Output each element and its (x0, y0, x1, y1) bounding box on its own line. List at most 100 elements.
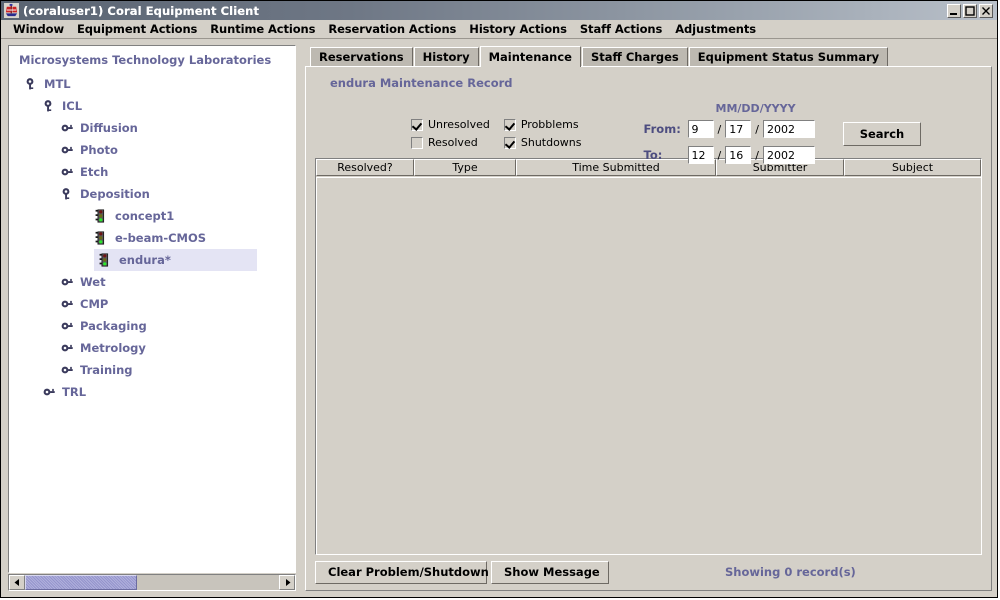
key-collapsed-icon[interactable] (59, 341, 73, 355)
key-expanded-icon[interactable] (41, 99, 55, 113)
menu-item-window[interactable]: Window (7, 21, 71, 37)
date-row-from: From: / / (644, 119, 815, 139)
checkbox-unresolved[interactable]: Unresolved (411, 118, 490, 131)
filter-checkbox-group: Unresolved Probblems Resolved Shutdowns (411, 118, 582, 149)
tree-node-endura[interactable]: endura* (94, 249, 257, 271)
from-day-input[interactable] (725, 120, 752, 138)
tree-node-label: MTL (44, 77, 71, 91)
traffic-light-icon[interactable] (98, 253, 112, 267)
menu-item-adjustments[interactable]: Adjustments (669, 21, 763, 37)
tree-node-etch[interactable]: Etch (9, 161, 295, 183)
to-label: To: (643, 148, 663, 162)
tab-equipment-status-summary[interactable]: Equipment Status Summary (688, 47, 889, 66)
tree-node-label: TRL (62, 385, 87, 399)
key-collapsed-icon[interactable] (59, 297, 73, 311)
to-day-input[interactable] (725, 146, 752, 164)
tree-node-cmp[interactable]: CMP (9, 293, 295, 315)
title-bar: (coraluser1) Coral Equipment Client (1, 1, 997, 20)
checkbox-problems[interactable]: Probblems (503, 118, 582, 131)
window-title: (coraluser1) Coral Equipment Client (23, 3, 260, 18)
key-collapsed-icon[interactable] (59, 165, 73, 179)
tree-node-diffusion[interactable]: Diffusion (9, 117, 295, 139)
date-separator: / (755, 148, 759, 162)
menu-item-staff-actions[interactable]: Staff Actions (574, 21, 669, 37)
tree-node-label: ICL (62, 99, 83, 113)
action-row: Clear Problem/Shutdown Show Message Show… (315, 560, 982, 584)
tab-staff-charges[interactable]: Staff Charges (581, 47, 688, 66)
checkbox-unresolved-label: Unresolved (428, 118, 490, 131)
column-header-subject[interactable]: Subject (844, 159, 981, 176)
key-expanded-icon[interactable] (23, 77, 37, 91)
key-collapsed-icon[interactable] (59, 363, 73, 377)
key-expanded-icon[interactable] (59, 187, 73, 201)
tab-history[interactable]: History (413, 47, 479, 66)
application-window: (coraluser1) Coral Equipment Client Wind… (0, 0, 998, 598)
key-collapsed-icon[interactable] (59, 319, 73, 333)
date-range-group: MM/DD/YYYY From: / / To: / (644, 102, 815, 171)
maintenance-table: Resolved? Type Time Submitted Submitter Subj… (315, 158, 982, 555)
checkbox-resolved[interactable]: Resolved (411, 136, 490, 149)
tree-node-mtl[interactable]: MTL (9, 73, 295, 95)
date-separator: / (755, 122, 759, 136)
checkbox-shutdowns[interactable]: Shutdowns (503, 136, 582, 149)
tree-horizontal-scrollbar[interactable] (8, 574, 296, 591)
checkmark-icon (411, 118, 423, 131)
tree-node-wet[interactable]: Wet (9, 271, 295, 293)
from-year-input[interactable] (762, 120, 815, 138)
traffic-light-icon[interactable] (94, 231, 108, 245)
table-body[interactable] (316, 177, 981, 554)
tab-reservations[interactable]: Reservations (310, 47, 413, 66)
traffic-light-icon[interactable] (94, 209, 108, 223)
close-button[interactable] (979, 3, 993, 18)
tab-maintenance[interactable]: Maintenance (479, 46, 581, 67)
to-month-input[interactable] (687, 146, 714, 164)
menu-item-reservation-actions[interactable]: Reservation Actions (322, 21, 463, 37)
tree-node-deposition[interactable]: Deposition (9, 183, 295, 205)
tree-node-label: Etch (80, 165, 109, 179)
scroll-left-arrow-icon[interactable] (9, 575, 25, 590)
tree-node-e-beam-cmos[interactable]: e-beam-CMOS (9, 227, 295, 249)
maximize-button[interactable] (963, 3, 977, 18)
menu-item-history-actions[interactable]: History Actions (463, 21, 574, 37)
scrollbar-thumb[interactable] (25, 575, 137, 590)
tree-node-label: Deposition (80, 187, 150, 201)
key-collapsed-icon[interactable] (59, 143, 73, 157)
date-format-hint: MM/DD/YYYY (715, 102, 796, 115)
key-collapsed-icon[interactable] (41, 385, 55, 399)
minimize-button[interactable] (947, 3, 961, 18)
tree-node-label: Wet (80, 275, 106, 289)
column-header-resolved[interactable]: Resolved? (316, 159, 414, 176)
tree-node-concept1[interactable]: concept1 (9, 205, 295, 227)
from-label: From: (643, 122, 681, 136)
to-year-input[interactable] (762, 146, 815, 164)
from-month-input[interactable] (687, 120, 714, 138)
tree-node-packaging[interactable]: Packaging (9, 315, 295, 337)
tabbed-panel: Reservations History Maintenance Staff C… (305, 45, 992, 591)
tree-node-label: Training (80, 363, 133, 377)
menu-bar: Window Equipment Actions Runtime Actions… (1, 20, 997, 39)
tree-node-label: CMP (80, 297, 109, 311)
tree-node-icl[interactable]: ICL (9, 95, 295, 117)
tree-node-label: Photo (80, 143, 118, 157)
date-separator: / (717, 148, 722, 162)
tree-node-photo[interactable]: Photo (9, 139, 295, 161)
maintenance-panel: endura Maintenance Record Unresolved Pro… (305, 66, 992, 591)
tree-node-training[interactable]: Training (9, 359, 295, 381)
menu-item-equipment-actions[interactable]: Equipment Actions (71, 21, 204, 37)
scroll-right-arrow-icon[interactable] (279, 575, 295, 590)
tree-node-metrology[interactable]: Metrology (9, 337, 295, 359)
checkmark-icon (503, 118, 516, 131)
menu-item-runtime-actions[interactable]: Runtime Actions (204, 21, 322, 37)
column-header-type[interactable]: Type (414, 159, 516, 176)
search-button[interactable]: Search (842, 122, 921, 146)
scrollbar-track[interactable] (25, 575, 279, 590)
key-collapsed-icon[interactable] (59, 121, 73, 135)
tree-node-label: Metrology (80, 341, 146, 355)
equipment-tree[interactable]: Microsystems Technology Laboratories MTL… (8, 45, 296, 573)
record-count-status: Showing 0 record(s) (725, 565, 856, 579)
equipment-tree-panel: Microsystems Technology Laboratories MTL… (8, 45, 296, 591)
clear-problem-shutdown-button[interactable]: Clear Problem/Shutdown (315, 560, 489, 584)
key-collapsed-icon[interactable] (59, 275, 73, 289)
show-message-button[interactable]: Show Message (491, 560, 609, 584)
tree-node-trl[interactable]: TRL (9, 381, 295, 403)
